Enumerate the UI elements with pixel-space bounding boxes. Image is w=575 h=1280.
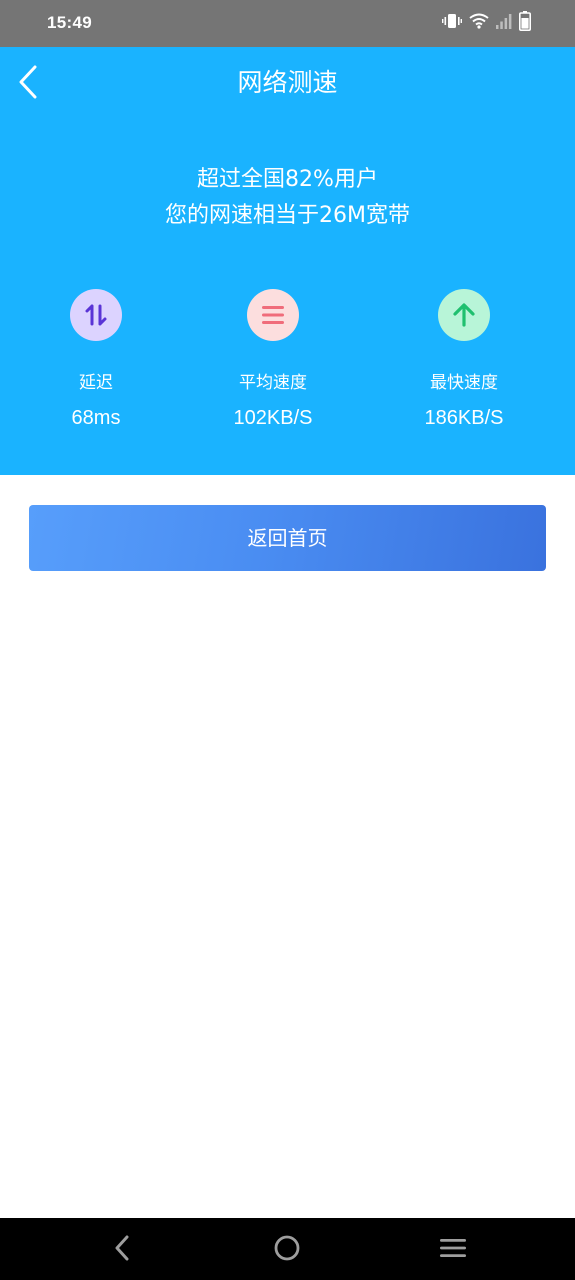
metric-max-speed: 最快速度 186KB/S — [384, 289, 544, 431]
back-icon — [113, 1235, 131, 1265]
speed-test-hero: 网络测速 超过全国82%用户 您的网速相当于26M宽带 延迟 68ms 平均速度… — [0, 47, 575, 475]
recents-icon — [439, 1236, 467, 1264]
status-icons — [442, 11, 531, 35]
metric-latency: 延迟 68ms — [16, 289, 176, 431]
rank-text: 超过全国82%用户 — [197, 167, 378, 192]
status-bar: 15:49 — [0, 0, 575, 47]
speed-summary: 超过全国82%用户 您的网速相当于26M宽带 — [0, 162, 575, 234]
metric-average-speed: 平均速度 102KB/S — [193, 289, 353, 431]
status-time: 15:49 — [47, 13, 92, 32]
battery-icon — [519, 11, 531, 35]
home-icon — [273, 1234, 301, 1266]
wifi-icon — [469, 13, 489, 33]
page-title: 网络测速 — [237, 68, 338, 97]
menu-lines-icon — [247, 289, 299, 341]
latency-value: 68ms — [71, 407, 121, 429]
nav-home-button[interactable] — [270, 1233, 304, 1267]
bandwidth-text: 您的网速相当于26M宽带 — [165, 203, 410, 228]
swap-arrows-icon — [70, 289, 122, 341]
latency-label: 延迟 — [79, 373, 113, 393]
nav-recents-button[interactable] — [436, 1233, 470, 1267]
max-speed-label: 最快速度 — [430, 373, 498, 393]
system-nav-bar — [0, 1218, 575, 1280]
nav-back-button[interactable] — [105, 1233, 139, 1267]
arrow-up-icon — [438, 289, 490, 341]
average-speed-value: 102KB/S — [233, 407, 313, 429]
return-home-button[interactable]: 返回首页 — [29, 505, 546, 571]
vibrate-icon — [442, 12, 462, 34]
average-speed-label: 平均速度 — [239, 373, 307, 393]
max-speed-value: 186KB/S — [424, 407, 504, 429]
signal-icon — [496, 13, 512, 33]
